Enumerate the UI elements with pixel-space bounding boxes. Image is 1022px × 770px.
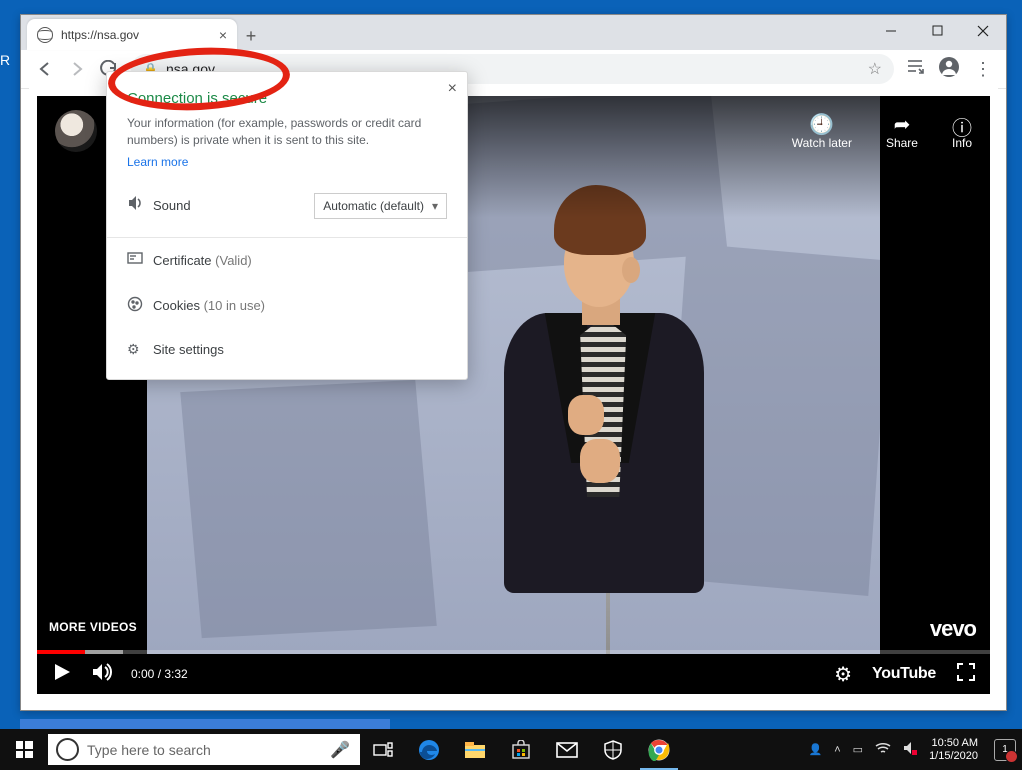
reader-mode-icon[interactable] — [906, 58, 924, 81]
connection-info-popup: × Connection is secure Your information … — [106, 71, 468, 380]
maximize-button[interactable] — [914, 15, 960, 46]
mail-app-icon[interactable] — [544, 729, 590, 770]
vevo-watermark: vevo — [930, 616, 976, 642]
system-tray: 👤 ˄ ▭ 10:50 AM1/15/2020 1 — [809, 729, 1022, 770]
tab-strip: https://nsa.gov × + — [21, 15, 1006, 50]
certificate-icon — [127, 251, 153, 270]
background-window-strip — [20, 719, 390, 729]
info-button[interactable]: ⓘInfo — [952, 112, 972, 150]
watch-later-label: Watch later — [792, 136, 852, 150]
clock[interactable]: 10:50 AM1/15/2020 — [929, 737, 978, 762]
windows-security-icon[interactable] — [590, 729, 636, 770]
cookies-status: (10 in use) — [204, 298, 265, 313]
sound-label: Sound — [153, 198, 191, 213]
microphone-icon[interactable]: 🎤 — [330, 740, 350, 760]
video-controls: 0:00 / 3:32 ⚙ YouTube — [37, 650, 990, 694]
action-center-button[interactable]: 1 — [994, 739, 1016, 761]
start-button[interactable] — [0, 729, 48, 770]
close-window-button[interactable] — [960, 15, 1006, 46]
nav-back-button[interactable] — [29, 53, 61, 85]
channel-avatar[interactable] — [55, 110, 97, 152]
share-label: Share — [886, 136, 918, 150]
edge-browser-icon[interactable] — [406, 729, 452, 770]
sound-icon — [127, 194, 153, 217]
window-controls — [868, 15, 1006, 46]
cookies-row[interactable]: Cookies (10 in use) — [127, 283, 447, 328]
volume-button[interactable] — [91, 661, 113, 688]
cookies-label: Cookies — [153, 298, 200, 313]
microsoft-store-icon[interactable] — [498, 729, 544, 770]
connection-secure-body: Your information (for example, passwords… — [127, 115, 447, 149]
gear-icon: ⚙ — [127, 341, 153, 358]
taskbar-search[interactable]: Type here to search 🎤 — [48, 734, 360, 765]
cortana-circle-icon — [56, 738, 79, 761]
site-settings-label: Site settings — [153, 342, 224, 357]
settings-gear-icon[interactable]: ⚙ — [834, 662, 852, 687]
browser-menu-button[interactable]: ⋮ — [974, 59, 992, 80]
time-display: 0:00 / 3:32 — [131, 667, 188, 681]
minimize-button[interactable] — [868, 15, 914, 46]
share-button[interactable]: ➦Share — [886, 112, 918, 150]
new-tab-button[interactable]: + — [237, 22, 265, 50]
people-icon[interactable]: 👤 — [809, 743, 823, 756]
clock-icon: 🕘 — [809, 112, 834, 136]
nav-forward-button[interactable] — [61, 53, 93, 85]
taskbar: Type here to search 🎤 👤 ˄ ▭ 10:50 AM1/15… — [0, 729, 1022, 770]
windows-logo-icon — [16, 741, 33, 758]
connection-secure-title: Connection is secure — [127, 90, 447, 107]
task-view-button[interactable] — [360, 729, 406, 770]
watch-later-button[interactable]: 🕘Watch later — [792, 112, 852, 150]
clipped-char: R — [0, 52, 10, 68]
bookmark-star-icon[interactable]: ☆ — [868, 59, 882, 79]
browser-tab[interactable]: https://nsa.gov × — [27, 19, 237, 50]
video-subject-singer — [484, 185, 694, 605]
info-icon: ⓘ — [952, 112, 972, 136]
youtube-logo-button[interactable]: YouTube — [872, 665, 936, 683]
popup-close-button[interactable]: × — [448, 80, 457, 98]
info-label: Info — [952, 136, 972, 150]
site-settings-row[interactable]: ⚙ Site settings — [127, 328, 447, 371]
fullscreen-button[interactable] — [956, 662, 976, 687]
tab-close-button[interactable]: × — [219, 27, 227, 43]
learn-more-link[interactable]: Learn more — [127, 155, 188, 169]
tray-volume-icon[interactable] — [903, 741, 917, 758]
wifi-icon[interactable] — [875, 742, 891, 757]
certificate-label: Certificate — [153, 253, 212, 268]
certificate-row[interactable]: Certificate (Valid) — [127, 238, 447, 283]
chrome-app-icon[interactable] — [636, 729, 682, 770]
taskbar-apps — [360, 729, 682, 770]
file-explorer-icon[interactable] — [452, 729, 498, 770]
profile-avatar-icon[interactable] — [938, 56, 960, 83]
play-button[interactable] — [51, 661, 73, 688]
more-videos-label[interactable]: MORE VIDEOS — [49, 620, 137, 634]
tab-title: https://nsa.gov — [61, 28, 213, 42]
share-icon: ➦ — [894, 112, 911, 136]
sound-select[interactable]: Automatic (default) — [314, 193, 447, 219]
certificate-status: (Valid) — [215, 253, 252, 268]
cookie-icon — [127, 296, 153, 315]
search-placeholder: Type here to search — [87, 742, 330, 758]
battery-icon[interactable]: ▭ — [853, 743, 863, 756]
tray-chevron-up-icon[interactable]: ˄ — [834, 744, 840, 756]
globe-icon — [37, 27, 53, 43]
